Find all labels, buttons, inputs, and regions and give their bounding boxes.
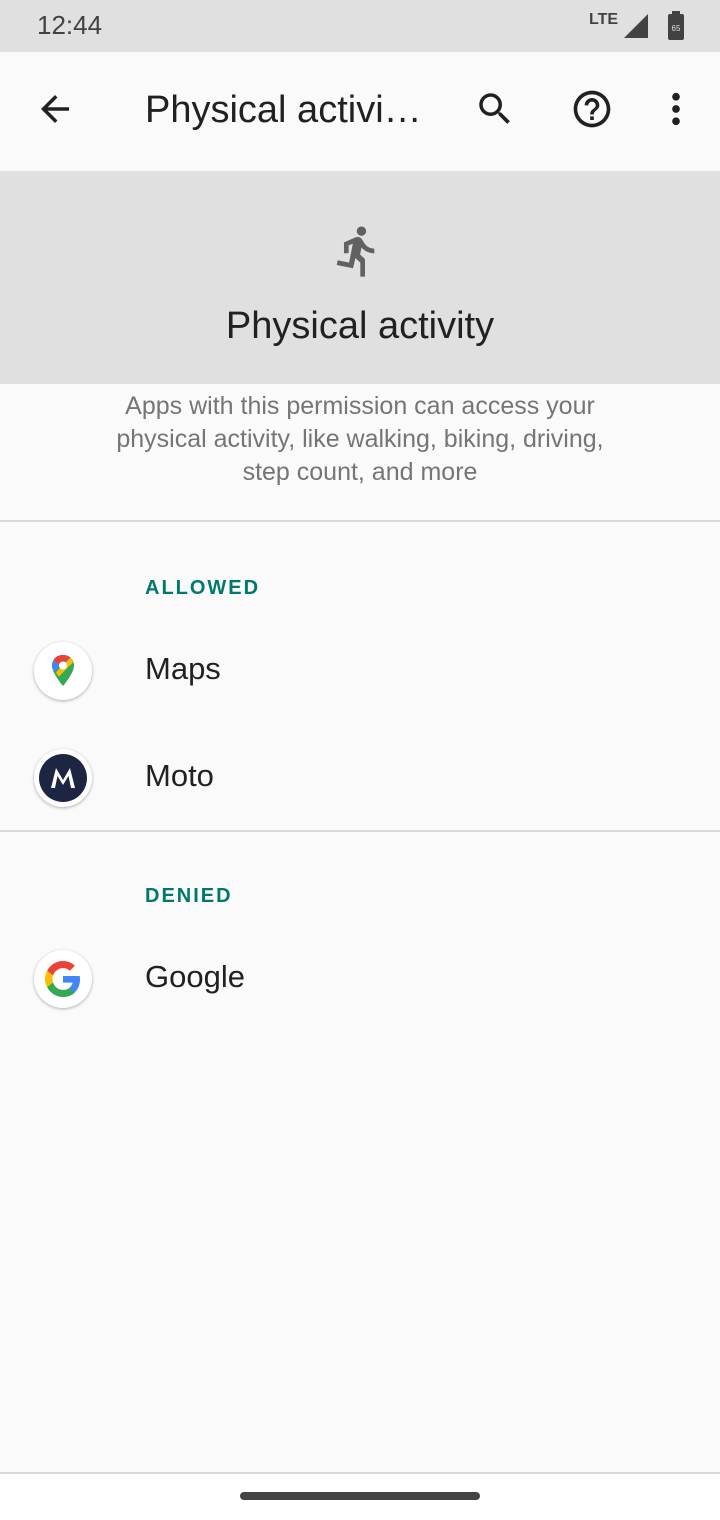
status-time: 12:44 (37, 10, 103, 40)
app-row-google[interactable]: Google (0, 926, 720, 1032)
app-row-maps[interactable]: Maps (0, 618, 720, 724)
divider (0, 830, 720, 832)
app-row-moto[interactable]: Moto (0, 725, 720, 831)
more-vert-icon[interactable] (660, 88, 692, 130)
allowed-header: ALLOWED (145, 577, 261, 599)
signal-icon (624, 14, 648, 38)
battery-level: 65 (672, 24, 681, 33)
page-title: Physical activi… (145, 89, 422, 131)
permission-header: Physical activity (0, 171, 720, 384)
running-person-icon (336, 226, 375, 277)
search-icon[interactable] (474, 88, 516, 130)
motorola-icon (34, 749, 92, 807)
battery-icon: 65 (668, 11, 684, 40)
app-name: Maps (145, 651, 221, 686)
home-gesture-handle[interactable] (240, 1492, 480, 1500)
help-icon[interactable] (570, 87, 614, 131)
navigation-bar (0, 1474, 720, 1520)
permission-title: Physical activity (225, 305, 495, 347)
google-maps-icon (34, 642, 92, 700)
app-bar: Physical activi… (0, 52, 720, 165)
back-arrow-icon[interactable] (34, 88, 76, 130)
divider (0, 520, 720, 522)
google-g-icon (34, 950, 92, 1008)
app-name: Google (145, 959, 245, 994)
network-type: LTE (589, 11, 619, 28)
permission-description: Apps with this permission can access you… (116, 392, 604, 486)
status-bar: 12:44 LTE 65 (0, 0, 720, 52)
app-name: Moto (145, 758, 214, 793)
denied-header: DENIED (145, 885, 233, 907)
